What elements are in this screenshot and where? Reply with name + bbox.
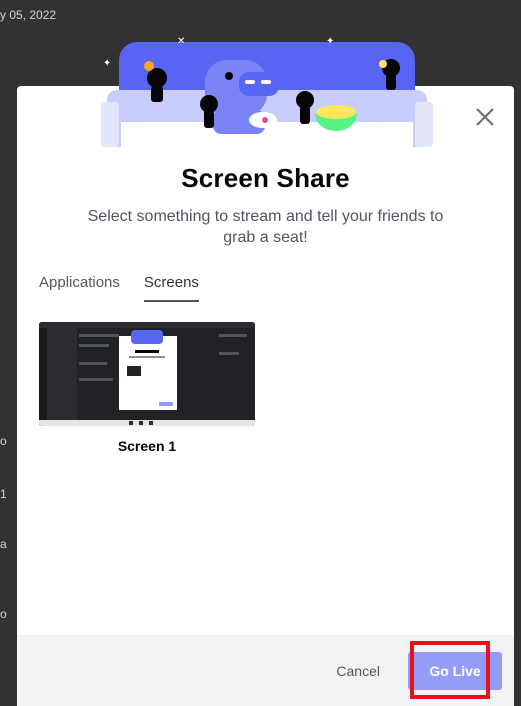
go-live-wrapper: Go Live — [408, 640, 502, 699]
source-grid: Screen 1 — [39, 322, 255, 454]
modal-footer: Cancel Go Live — [17, 635, 514, 706]
tab-screens[interactable]: Screens — [143, 274, 199, 302]
go-live-button[interactable]: Go Live — [408, 651, 502, 690]
cancel-button[interactable]: Cancel — [320, 655, 396, 687]
modal-subtitle: Select something to stream and tell your… — [87, 208, 444, 246]
screen-share-illustration: ✕ ✦ ✦ — [101, 36, 433, 147]
screen-source-card[interactable]: Screen 1 — [39, 322, 255, 454]
screen-share-modal: ✕ ✦ ✦ Screen Share Select something to s… — [17, 36, 514, 706]
svg-text:✕: ✕ — [177, 36, 185, 47]
source-tabs: Applications Screens — [39, 274, 199, 302]
background-text-fragment: a — [0, 537, 7, 551]
background-text-fragment: 1 — [0, 487, 7, 501]
background-text-fragment: o — [0, 607, 7, 621]
background-date: y 05, 2022 — [0, 8, 57, 22]
screen-source-label: Screen 1 — [117, 438, 177, 454]
tab-applications[interactable]: Applications — [39, 274, 120, 302]
svg-text:✦: ✦ — [326, 36, 334, 47]
close-icon[interactable] — [474, 106, 496, 128]
svg-text:✦: ✦ — [103, 58, 111, 69]
background-text-fragment: o — [0, 434, 7, 448]
screen-preview-image — [39, 322, 255, 426]
screen-thumbnail[interactable] — [39, 322, 255, 426]
modal-title: Screen Share — [181, 163, 350, 193]
